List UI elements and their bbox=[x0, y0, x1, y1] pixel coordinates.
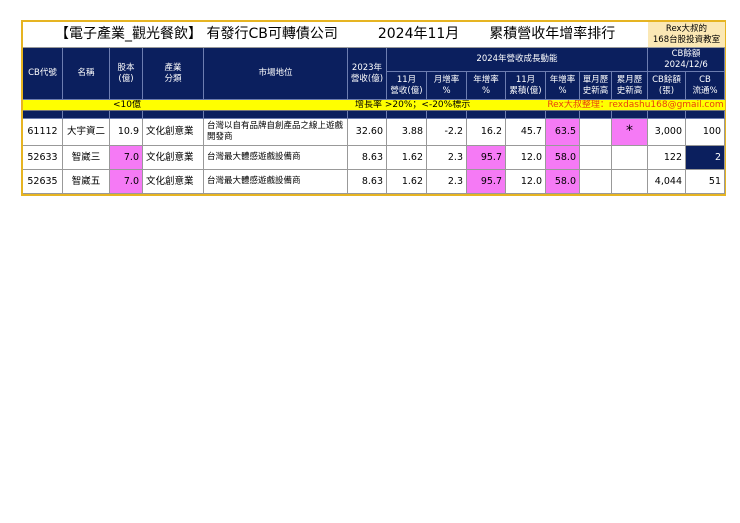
header-nov_rev: 11月 營收(億) bbox=[387, 72, 427, 100]
header-position: 市場地位 bbox=[204, 48, 348, 100]
cell-cb-float: 100 bbox=[686, 119, 725, 146]
brand-box: Rex大叔的 168台股投資教室 bbox=[648, 22, 725, 48]
cell-name: 智崴三 bbox=[63, 146, 110, 170]
spreadsheet: 【電子產業_觀光餐飲】 有發行CB可轉債公司 2024年11月 累積營收年增率排行 R… bbox=[21, 20, 726, 196]
cell-yoy: 95.7 bbox=[467, 146, 506, 170]
header-industry: 產業 分類 bbox=[143, 48, 204, 100]
cell-nov-cum: 12.0 bbox=[506, 146, 546, 170]
cell-cum-high: * bbox=[612, 119, 648, 146]
cell-industry: 文化創意業 bbox=[143, 119, 204, 146]
cell-nov-cum: 45.7 bbox=[506, 119, 546, 146]
cell-nov-rev: 1.62 bbox=[387, 146, 427, 170]
cell-nov-cum: 12.0 bbox=[506, 170, 546, 194]
cell-cum-high bbox=[612, 146, 648, 170]
cell-rev2023: 8.63 bbox=[348, 170, 387, 194]
header-2024-growth: 2024年營收成長動能 bbox=[387, 48, 648, 72]
header-single_high: 單月歷 史新高 bbox=[580, 72, 612, 100]
cell-cum-yoy: 63.5 bbox=[546, 119, 580, 146]
cell-position: 台灣最大體感遊戲設備商 bbox=[204, 170, 348, 194]
spacer-row bbox=[23, 111, 725, 119]
title-period: 2024年11月 bbox=[377, 25, 460, 42]
title-subtitle: 累積營收年增率排行 bbox=[489, 25, 616, 42]
cell-yoy: 95.7 bbox=[467, 170, 506, 194]
divider bbox=[647, 111, 648, 119]
cell-code: 52633 bbox=[23, 146, 63, 170]
header-nov_cum: 11月 累積(億) bbox=[506, 72, 546, 100]
cell-capital: 10.9 bbox=[110, 119, 143, 146]
header-name: 名稱 bbox=[63, 48, 110, 100]
divider bbox=[505, 111, 506, 119]
divider bbox=[611, 111, 612, 119]
header-capital: 股本 (億) bbox=[110, 48, 143, 100]
divider bbox=[62, 111, 63, 119]
cell-name: 智崴五 bbox=[63, 170, 110, 194]
cell-yoy: 16.2 bbox=[467, 119, 506, 146]
cell-nov-rev: 3.88 bbox=[387, 119, 427, 146]
header-yoy: 年增率 % bbox=[467, 72, 506, 100]
cell-name: 大宇資二 bbox=[63, 119, 110, 146]
header-code: CB代號 bbox=[23, 48, 63, 100]
divider bbox=[347, 111, 348, 119]
header-rev2023: 2023年 營收(億) bbox=[348, 48, 387, 100]
header-cum_yoy: 年增率 % bbox=[546, 72, 580, 100]
capital-note: <10億 bbox=[113, 100, 141, 110]
divider bbox=[685, 111, 686, 119]
divider bbox=[109, 111, 110, 119]
cell-code: 61112 bbox=[23, 119, 63, 146]
cell-industry: 文化創意業 bbox=[143, 170, 204, 194]
divider bbox=[203, 111, 204, 119]
cell-nov-rev: 1.62 bbox=[387, 170, 427, 194]
cell-rev2023: 32.60 bbox=[348, 119, 387, 146]
cell-position: 台灣以自有品牌自創產品之線上遊戲開發商 bbox=[204, 119, 348, 146]
growth-note: 增長率 >20%；<-20%標示 bbox=[355, 100, 471, 110]
cell-industry: 文化創意業 bbox=[143, 146, 204, 170]
cell-cb-balance: 3,000 bbox=[648, 119, 686, 146]
cell-code: 52635 bbox=[23, 170, 63, 194]
divider bbox=[386, 111, 387, 119]
divider bbox=[142, 111, 143, 119]
header-mom: 月增率 % bbox=[427, 72, 467, 100]
header-cb_balance: CB餘額 (張) bbox=[648, 72, 686, 100]
header-cb-group: CB餘額 2024/12/6 bbox=[648, 48, 725, 72]
cell-single-high bbox=[580, 170, 612, 194]
cell-single-high bbox=[580, 119, 612, 146]
cell-position: 台灣最大體感遊戲設備商 bbox=[204, 146, 348, 170]
divider bbox=[545, 111, 546, 119]
cell-mom: -2.2 bbox=[427, 119, 467, 146]
cell-capital: 7.0 bbox=[110, 170, 143, 194]
title-main: 【電子產業_觀光餐飲】 有發行CB可轉債公司 bbox=[55, 25, 338, 42]
divider bbox=[426, 111, 427, 119]
divider bbox=[466, 111, 467, 119]
contact-note: Rex大叔整理：rexdashu168@gmail.com bbox=[547, 100, 724, 110]
cell-cum-high bbox=[612, 170, 648, 194]
cell-mom: 2.3 bbox=[427, 146, 467, 170]
cell-single-high bbox=[580, 146, 612, 170]
cell-cb-balance: 4,044 bbox=[648, 170, 686, 194]
cell-capital: 7.0 bbox=[110, 146, 143, 170]
cell-cum-yoy: 58.0 bbox=[546, 170, 580, 194]
header-cb_float: CB 流通% bbox=[686, 72, 725, 100]
divider bbox=[579, 111, 580, 119]
title-bar: 【電子產業_觀光餐飲】 有發行CB可轉債公司 2024年11月 累積營收年增率排行 bbox=[23, 22, 648, 48]
cell-rev2023: 8.63 bbox=[348, 146, 387, 170]
header-cum_high: 累月歷 史新高 bbox=[612, 72, 648, 100]
cell-cb-float: 2 bbox=[686, 146, 725, 170]
cell-cb-balance: 122 bbox=[648, 146, 686, 170]
cell-cum-yoy: 58.0 bbox=[546, 146, 580, 170]
cell-mom: 2.3 bbox=[427, 170, 467, 194]
cell-cb-float: 51 bbox=[686, 170, 725, 194]
